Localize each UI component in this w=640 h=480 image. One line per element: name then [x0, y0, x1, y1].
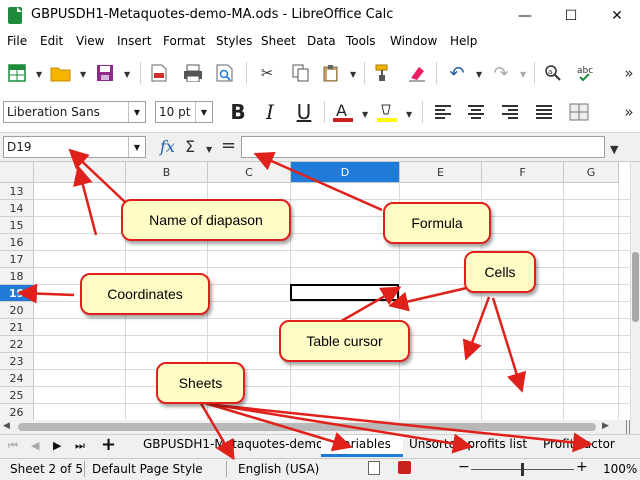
callout-coordinates: Coordinates — [80, 273, 210, 315]
arrow-cells-2 — [462, 296, 491, 361]
callout-formula: Formula — [383, 202, 491, 244]
arrow-sheets-3 — [209, 402, 473, 454]
arrow-to-column-header — [73, 165, 98, 236]
arrow-sheets-2 — [204, 401, 353, 452]
arrow-to-table-cursor — [337, 286, 402, 325]
callout-sheets: Sheets — [156, 362, 245, 404]
arrow-sheets-4 — [214, 403, 593, 453]
callout-name-of-diapason: Name of diapason — [121, 199, 291, 241]
annotation-arrows — [17, 148, 593, 461]
arrow-cells-1 — [388, 285, 472, 312]
callout-cells: Cells — [464, 251, 536, 293]
arrow-cells-3 — [491, 297, 527, 393]
callout-table-cursor: Table cursor — [279, 320, 410, 362]
arrow-to-row-header — [17, 283, 75, 304]
